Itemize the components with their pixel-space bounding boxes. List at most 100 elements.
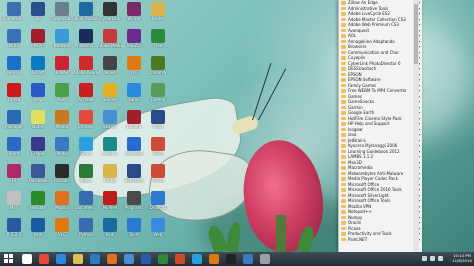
desktop-icon[interactable]: Python — [75, 218, 97, 242]
desktop-icon[interactable]: CyberLink — [99, 2, 121, 26]
desktop-icon[interactable]: Smart — [27, 56, 49, 80]
desktop-icon[interactable]: Paint — [51, 83, 73, 107]
desktop-icon[interactable]: Video — [99, 56, 121, 80]
desktop-icon[interactable]: Kodi — [99, 218, 121, 242]
desktop-icon[interactable]: Foxit — [147, 137, 169, 161]
desktop-icon[interactable]: Media — [51, 110, 73, 134]
desktop-icon[interactable]: Acrobat — [75, 83, 97, 107]
desktop-icon[interactable]: Search — [99, 110, 121, 134]
desktop-icon[interactable]: Programs — [123, 191, 145, 215]
desktop-icon[interactable]: Winrar — [123, 2, 145, 26]
desktop-icon[interactable]: Arduino — [99, 137, 121, 161]
start-menu-folder-item[interactable]: Paint.NET▾ — [339, 237, 422, 243]
desktop-icon[interactable]: Folder — [147, 2, 169, 26]
desktop-icon[interactable]: Opera — [3, 83, 25, 107]
desktop-icon[interactable]: DreamW — [147, 56, 169, 80]
desktop-icon[interactable]: Mozilla — [51, 191, 73, 215]
folder-icon — [103, 164, 117, 178]
store-icon[interactable] — [90, 254, 100, 264]
desktop-icon[interactable]: Store — [3, 137, 25, 161]
folder-icon — [341, 56, 346, 60]
desktop-icon[interactable]: RStudio — [51, 164, 73, 188]
desktop-icon-label: Manager — [5, 124, 23, 129]
file-explorer-icon[interactable] — [73, 254, 83, 264]
desktop-icon[interactable]: Web — [147, 218, 169, 242]
mail-icon[interactable] — [124, 254, 134, 264]
chrome-icon[interactable] — [39, 254, 49, 264]
start-button[interactable] — [4, 254, 14, 264]
desktop-icon[interactable]: Folder — [99, 164, 121, 188]
desktop-icon-grid: Screensh... Rk Connectio... Blue Ocean Cyber… — [0, 0, 200, 252]
desktop-icon[interactable]: Intel — [27, 218, 49, 242]
folder-icon — [151, 2, 165, 16]
desktop-icon-label: Mail — [9, 205, 19, 210]
folder-icon — [341, 50, 346, 54]
terminal-icon[interactable] — [226, 254, 236, 264]
desktop-icon[interactable]: Nokia — [75, 164, 97, 188]
desktop-icon[interactable]: Documen... — [75, 191, 97, 215]
desktop-icon[interactable]: Inbox — [147, 110, 169, 134]
excel-icon[interactable] — [158, 254, 168, 264]
desktop-icon[interactable]: Rk — [27, 2, 49, 26]
desktop-icon[interactable]: Ubuntu — [123, 110, 145, 134]
powerpoint-icon[interactable] — [175, 254, 185, 264]
desktop-icon[interactable]: Photos — [51, 137, 73, 161]
desktop-icon[interactable]: McAfee — [99, 191, 121, 215]
clock-date: 11/6/2016 — [452, 258, 472, 263]
scrollbar-thumb[interactable] — [414, 4, 418, 64]
desktop-icon[interactable]: WinZip — [123, 29, 145, 53]
desktop-icon[interactable]: Chrome — [75, 110, 97, 134]
desktop-icon[interactable]: Photosho... — [75, 29, 97, 53]
desktop-icon[interactable]: redGate — [27, 191, 49, 215]
desktop-icon[interactable]: NCH — [27, 29, 49, 53]
firefox-icon[interactable] — [107, 254, 117, 264]
start-menu-scrollbar[interactable] — [413, 0, 419, 252]
desktop-icon[interactable]: NDIS — [3, 29, 25, 53]
desktop-icon[interactable]: R 3.2.3 — [3, 218, 25, 242]
desktop-icon[interactable]: Adobe — [51, 56, 73, 80]
desktop-icon[interactable]: SoftEther — [123, 164, 145, 188]
desktop-icon-label: Control — [150, 97, 166, 102]
desktop-icon[interactable]: Blue Ocean — [75, 2, 97, 26]
search-icon[interactable] — [22, 254, 32, 264]
network-icon[interactable] — [422, 256, 427, 261]
photos-icon[interactable] — [243, 254, 253, 264]
desktop-icon[interactable]: Screensh... — [3, 2, 25, 26]
mcafee-icon — [103, 191, 117, 205]
battery-icon[interactable] — [438, 256, 443, 261]
desktop-icon[interactable]: NetFlix — [3, 56, 25, 80]
desktop-icon[interactable]: VLC — [123, 56, 145, 80]
settings-icon[interactable] — [260, 254, 270, 264]
desktop-icon[interactable]: Mail — [3, 191, 25, 215]
desktop-icon[interactable]: Windows — [123, 137, 145, 161]
desktop-icon[interactable]: Dropbox — [147, 191, 169, 215]
desktop-icon[interactable]: Network — [51, 29, 73, 53]
desktop-icon[interactable]: Skype — [75, 137, 97, 161]
hp-icon[interactable] — [56, 254, 66, 264]
desktop-icon[interactable]: VLC — [51, 218, 73, 242]
volume-icon[interactable] — [430, 256, 435, 261]
desktop-icon[interactable]: Adobe Reader — [73, 56, 99, 80]
desktop-icon[interactable]: Notes — [27, 110, 49, 134]
desktop-icon[interactable]: Control — [147, 83, 169, 107]
desktop-icon[interactable]: Help — [27, 83, 49, 107]
vlc-icon[interactable] — [209, 254, 219, 264]
desktop-icon[interactable]: Connectio... — [50, 2, 74, 26]
desktop-icon[interactable]: Facebook — [27, 164, 49, 188]
taskbar-clock[interactable]: 10:14 PM 11/6/2016 — [452, 253, 472, 263]
desktop-icon-label: Folder — [103, 178, 117, 183]
folder-icon — [341, 177, 346, 181]
desktop-icon[interactable]: Safari — [123, 83, 145, 107]
desktop-icon[interactable]: Manager — [3, 110, 25, 134]
desktop-icon-label: Gmail — [152, 178, 164, 183]
skype-icon[interactable] — [192, 254, 202, 264]
desktop-icon[interactable]: Smilies — [99, 83, 121, 107]
folder-icon — [341, 221, 346, 225]
desktop-icon[interactable]: FS — [3, 164, 25, 188]
desktop-icon[interactable]: Free — [147, 29, 169, 53]
desktop-icon[interactable]: Eclipse — [27, 137, 49, 161]
desktop-icon[interactable]: Gmail — [147, 164, 169, 188]
desktop-icon[interactable]: Adobe Media — [97, 29, 123, 53]
word-icon[interactable] — [141, 254, 151, 264]
desktop-icon[interactable]: Tools — [123, 218, 145, 242]
